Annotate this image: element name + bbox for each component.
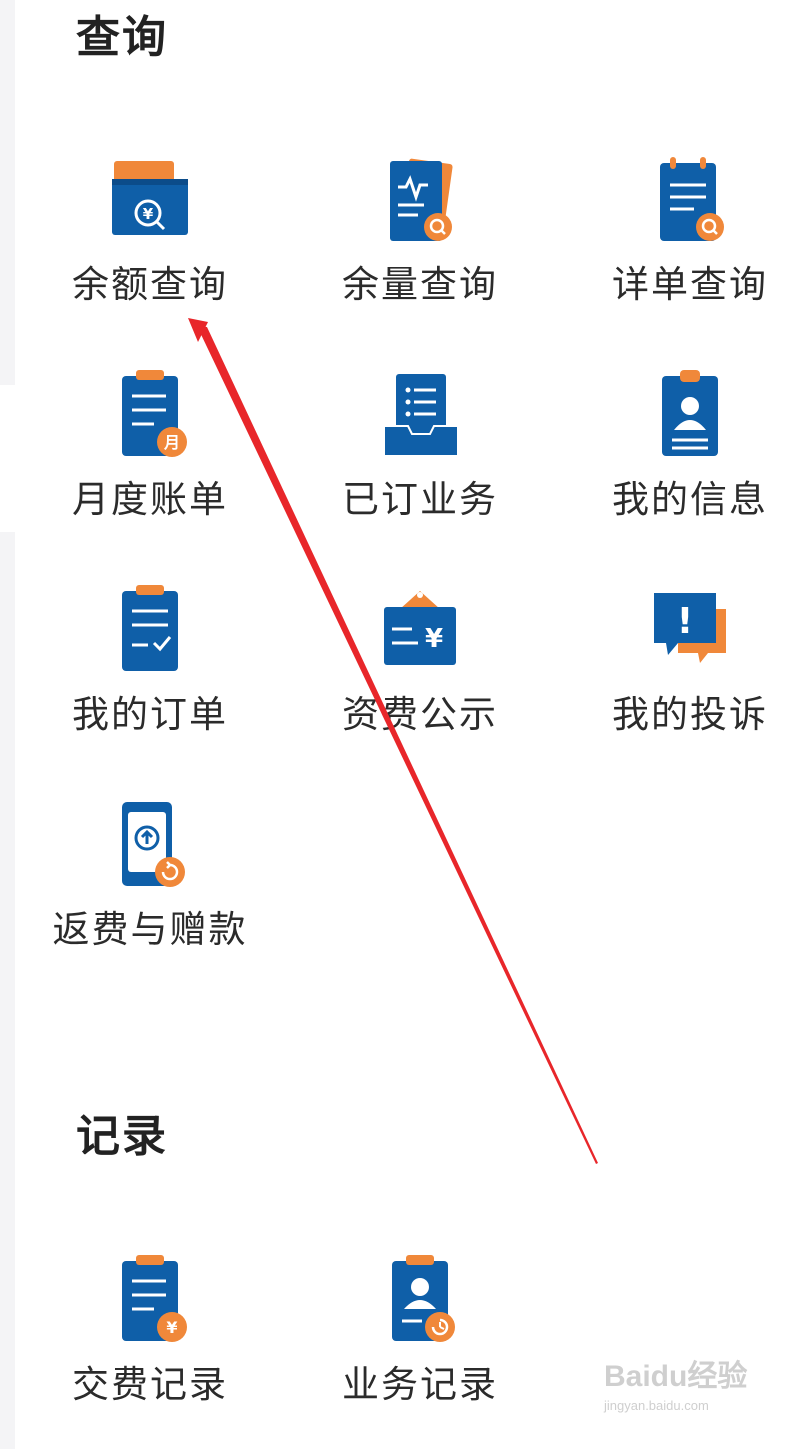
tile-my-orders[interactable]: 我的订单 xyxy=(40,585,260,785)
tile-label: 交费记录 xyxy=(72,1363,228,1406)
tile-usage-query[interactable]: 余量查询 xyxy=(310,155,530,355)
section-title-records: 记录 xyxy=(76,1111,168,1162)
tariff-sign-icon: ¥ xyxy=(378,585,462,685)
section-title-query: 查询 xyxy=(76,12,168,63)
svg-text:!: ! xyxy=(677,601,693,642)
tile-my-info[interactable]: 我的信息 xyxy=(580,370,789,570)
baidu-watermark: Baidu经验 jingyan.baidu.com xyxy=(604,1362,784,1442)
order-clipboard-icon xyxy=(108,585,192,685)
tile-label: 我的信息 xyxy=(612,478,768,521)
tile-label: 详单查询 xyxy=(612,263,768,306)
monthly-bill-icon: 月 xyxy=(108,370,192,470)
complaint-chat-icon: ! xyxy=(648,585,732,685)
tile-label: 业务记录 xyxy=(342,1363,498,1406)
tile-detail-query[interactable]: 详单查询 xyxy=(580,155,789,355)
usage-report-icon xyxy=(378,155,462,255)
tile-balance-query[interactable]: ¥ 余额查询 xyxy=(40,155,260,355)
profile-badge-icon xyxy=(648,370,732,470)
tile-label: 我的投诉 xyxy=(612,693,768,736)
subscribed-services-icon xyxy=(378,370,462,470)
tile-my-complaints[interactable]: ! 我的投诉 xyxy=(580,585,789,785)
tile-label: 返费与赠款 xyxy=(52,908,248,951)
tile-refund-gift[interactable]: 返费与赠款 xyxy=(40,800,260,1000)
svg-text:月: 月 xyxy=(163,433,180,452)
detail-list-icon xyxy=(648,155,732,255)
payment-record-icon: ¥ xyxy=(108,1255,192,1355)
refund-phone-icon xyxy=(108,800,192,900)
tile-label: 余额查询 xyxy=(72,263,228,306)
tile-service-records[interactable]: 业务记录 xyxy=(310,1255,530,1455)
tile-label: 已订业务 xyxy=(342,478,498,521)
tile-label: 资费公示 xyxy=(342,693,498,736)
svg-text:¥: ¥ xyxy=(166,1318,177,1337)
watermark-brand: Baidu经验 xyxy=(604,1360,748,1393)
watermark-url: jingyan.baidu.com xyxy=(604,1398,709,1413)
tile-subscribed-services[interactable]: 已订业务 xyxy=(310,370,530,570)
tile-label: 我的订单 xyxy=(72,693,228,736)
service-record-icon xyxy=(378,1255,462,1355)
tile-monthly-bill[interactable]: 月 月度账单 xyxy=(40,370,260,570)
balance-card-icon: ¥ xyxy=(108,155,192,255)
left-edge-panel xyxy=(0,0,15,385)
tile-label: 余量查询 xyxy=(342,263,498,306)
left-edge-panel xyxy=(0,532,15,1449)
svg-text:¥: ¥ xyxy=(425,624,443,654)
svg-text:¥: ¥ xyxy=(143,205,154,223)
tile-payment-records[interactable]: ¥ 交费记录 xyxy=(40,1255,260,1455)
tile-tariff-notice[interactable]: ¥ 资费公示 xyxy=(310,585,530,785)
tile-label: 月度账单 xyxy=(72,478,228,521)
